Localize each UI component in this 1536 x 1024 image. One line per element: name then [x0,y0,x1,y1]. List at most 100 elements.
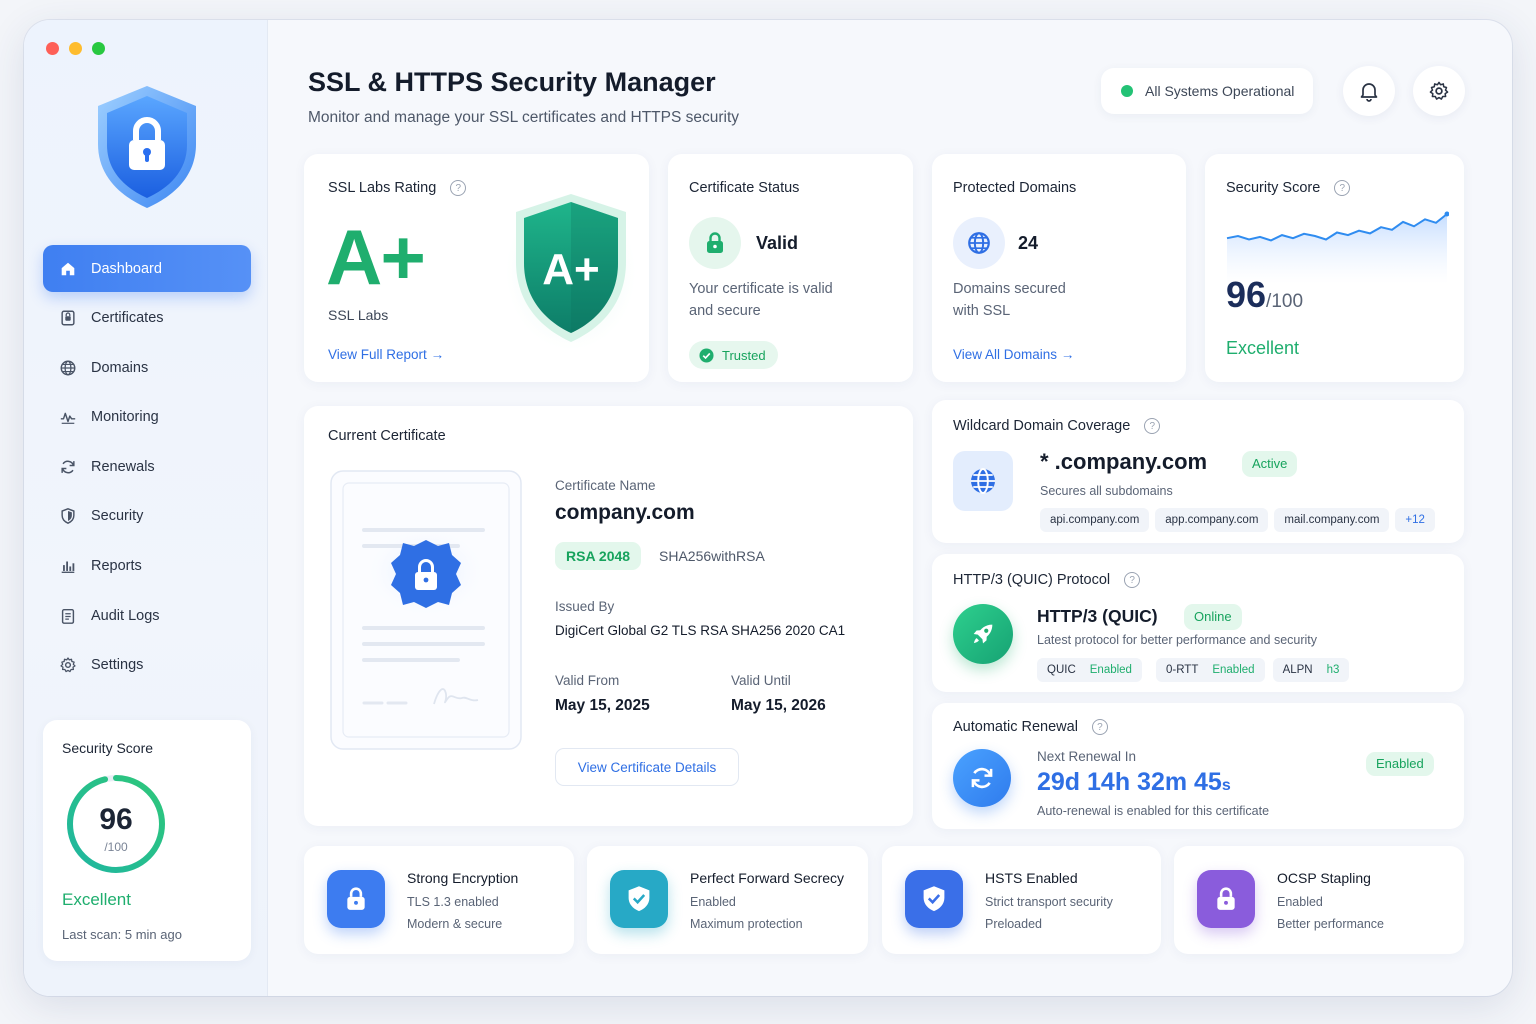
gear-icon [60,657,76,673]
certificate-status-card: Certificate Status Valid Your certificat… [668,154,913,382]
current-cert-title: Current Certificate [328,428,446,444]
feature-line2: Preloaded [985,917,1042,931]
sidebar-item-label: Domains [91,359,149,376]
feature-card-hsts: HSTS Enabled Strict transport security P… [882,846,1161,954]
minimize-window-button[interactable] [69,42,82,55]
sidebar-item-dashboard[interactable]: Dashboard [43,245,251,292]
feature-badge [327,870,385,928]
renewal-enabled-badge[interactable]: Enabled [1366,752,1434,776]
ssl-source: SSL Labs [328,307,389,323]
last-scan-text: Last scan: 5 min ago [62,927,182,942]
view-certificate-details-button[interactable]: View Certificate Details [555,748,739,786]
sidebar-item-reports[interactable]: Reports [43,543,251,590]
automatic-renewal-card: Automatic Renewal? Next Renewal In 29d 1… [932,703,1464,829]
chip-value: Enabled [1089,664,1132,676]
more-subdomains-chip[interactable]: +12 [1395,508,1435,532]
shield-lock-logo-icon [98,86,196,208]
help-icon[interactable]: ? [1091,719,1108,736]
wildcard-globe-badge [953,451,1013,511]
chip-label: ALPN [1282,664,1313,676]
notifications-button[interactable] [1343,66,1395,116]
sidebar-item-certificates[interactable]: Certificates [43,295,251,342]
subdomain-chips: api.company.com app.company.com mail.compa… [1040,508,1441,532]
system-status-text: All Systems Operational [1145,83,1295,99]
home-icon [61,262,75,275]
security-score-max: /100 [1266,291,1304,312]
help-icon[interactable]: ? [450,180,467,197]
issued-by-value: DigiCert Global G2 TLS RSA SHA256 2020 C… [555,623,846,638]
feature-line1: Enabled [1277,895,1323,909]
signature-algorithm: SHA256withRSA [659,548,765,564]
arrow-right-icon: → [1060,347,1075,362]
key-size-badge: RSA 2048 [555,542,642,570]
issued-by-label: Issued By [555,599,615,614]
gear-icon [1429,81,1449,100]
protected-domains-count: 24 [1018,233,1039,253]
renewal-desc: Auto-renewal is enabled for this certifi… [1037,804,1270,818]
arrow-right-icon: → [430,347,445,362]
lock-icon [707,232,723,253]
view-all-domains-link[interactable]: View All Domains → [953,347,1074,362]
settings-button[interactable] [1413,66,1465,116]
feature-card-strong-encryption: Strong Encryption TLS 1.3 enabled Modern… [304,846,574,954]
certificate-document-icon [330,470,522,750]
feature-card-forward-secrecy: Perfect Forward Secrecy Enabled Maximum … [587,846,868,954]
sidebar-item-monitoring[interactable]: Monitoring [43,394,251,441]
globe-icon [971,468,995,494]
http3-name: HTTP/3 (QUIC) [1037,606,1158,626]
a-plus-shield-icon: A+ [506,194,636,350]
sidebar-item-settings[interactable]: Settings [43,642,251,689]
help-icon[interactable]: ? [1334,180,1351,197]
wildcard-title: Wildcard Domain Coverage [953,418,1131,434]
sidebar-item-security[interactable]: Security [43,493,251,540]
system-status-badge[interactable]: All Systems Operational [1101,68,1313,114]
sidebar-item-audit-logs[interactable]: Audit Logs [43,592,251,639]
shield-check-icon [923,886,945,912]
domains-globe-badge [953,217,1005,269]
chip-value: Enabled [1212,664,1255,676]
close-window-button[interactable] [46,42,59,55]
check-circle-icon [699,347,714,363]
cert-name-value: company.com [555,501,695,524]
lock-icon [1217,887,1235,910]
shield-check-icon [628,886,650,912]
ssl-rating-card: SSL Labs Rating? A+ SSL Labs View Full R… [304,154,649,382]
protocol-chip-alpn: ALPN h3 [1272,658,1350,682]
ssl-grade: A+ [326,213,426,301]
valid-until-label: Valid Until [731,673,791,688]
globe-icon [968,232,990,254]
help-icon[interactable]: ? [1144,418,1161,435]
protected-domains-title: Protected Domains [953,180,1077,196]
rocket-badge [953,604,1013,664]
view-full-report-link[interactable]: View Full Report → [328,347,444,362]
http3-desc: Latest protocol for better performance a… [1037,633,1318,647]
sidebar-item-label: Reports [91,558,142,575]
wildcard-active-badge: Active [1242,451,1298,477]
sidebar-security-score: Security Score 96 /100 Excellent Last sc… [43,720,251,961]
sidebar-item-label: Certificates [91,310,164,327]
renewal-badge [953,749,1011,807]
page-subtitle: Monitor and manage your SSL certificates… [308,109,740,126]
cert-status-value: Valid [756,233,799,253]
help-icon[interactable]: ? [1124,572,1141,589]
rocket-icon [973,624,993,644]
maximize-window-button[interactable] [92,42,105,55]
sidebar-item-renewals[interactable]: Renewals [43,443,251,490]
monitoring-icon [60,412,76,425]
shield-icon [61,508,75,525]
subdomain-chip[interactable]: api.company.com [1040,508,1150,532]
feature-title: Strong Encryption [407,870,519,886]
subdomain-chip[interactable]: mail.company.com [1274,508,1390,532]
refresh-icon [61,460,75,474]
app-window: Dashboard Certificates Domains Monitorin… [24,20,1512,996]
view-all-domains-label: View All Domains [953,347,1058,362]
valid-from-value: May 15, 2025 [555,697,650,714]
renewal-countdown-unit: s [1221,777,1231,794]
score-ring-max: /100 [104,840,128,854]
status-dot-icon [1121,85,1133,97]
chip-value: h3 [1326,664,1340,676]
feature-line1: Strict transport security [985,895,1113,909]
subdomain-chip[interactable]: app.company.com [1155,508,1269,532]
sidebar-item-domains[interactable]: Domains [43,344,251,391]
domains-desc1: Domains secured [953,281,1066,297]
